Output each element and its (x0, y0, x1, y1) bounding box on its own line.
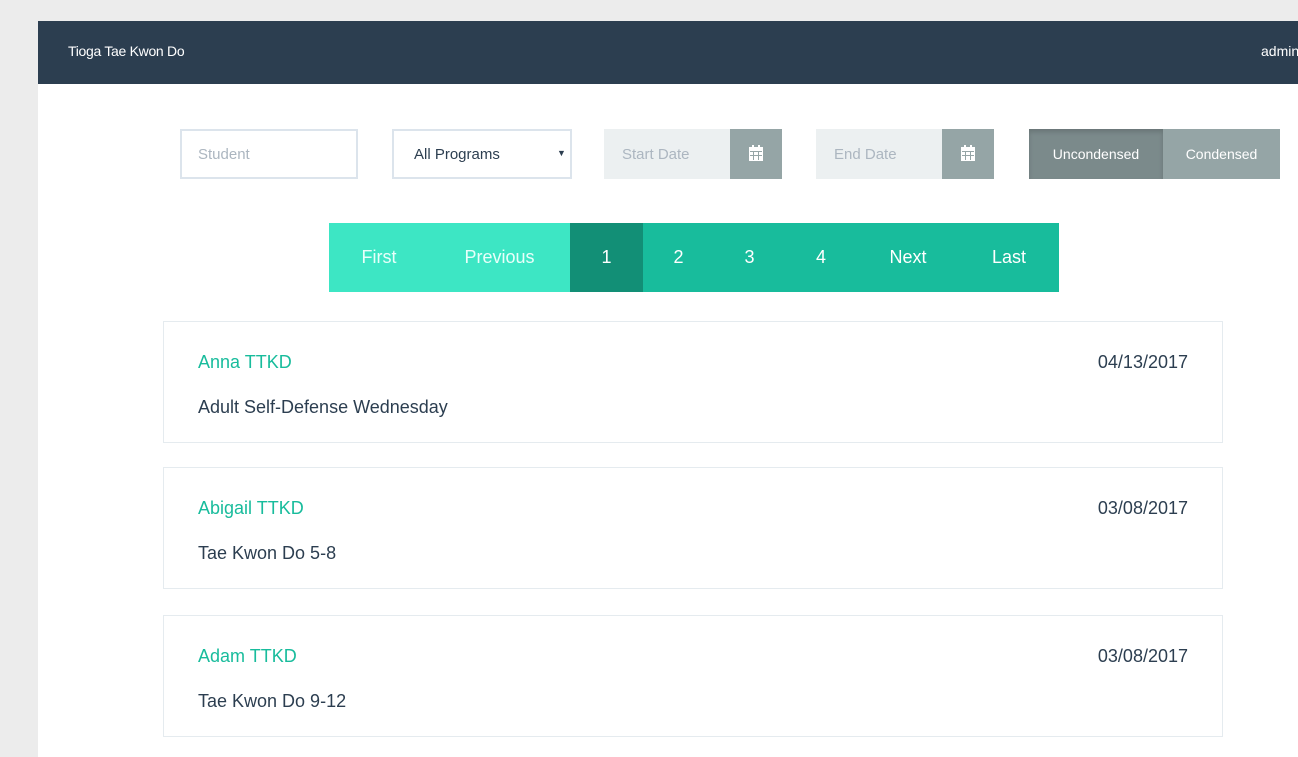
student-name-link[interactable]: Anna TTKD (198, 352, 292, 373)
pagination: First Previous 1 2 3 4 Next Last (329, 223, 1059, 292)
program-name: Adult Self-Defense Wednesday (198, 397, 448, 417)
list-item: Adam TTKD 03/08/2017 Tae Kwon Do 9-12 (163, 615, 1223, 737)
end-date-input[interactable] (816, 129, 942, 179)
end-date-calendar-button[interactable] (942, 129, 994, 179)
student-search-input[interactable] (180, 129, 358, 179)
uncondensed-toggle-button[interactable]: Uncondensed (1029, 129, 1163, 179)
program-name: Tae Kwon Do 9-12 (198, 691, 347, 711)
program-select[interactable]: All Programs ▼ (392, 129, 572, 179)
student-name-link[interactable]: Adam TTKD (198, 646, 297, 667)
calendar-icon (749, 145, 763, 161)
pagination-next[interactable]: Next (857, 223, 959, 292)
pagination-first[interactable]: First (329, 223, 429, 292)
record-date: 04/13/2017 (1097, 352, 1188, 372)
calendar-icon (961, 145, 975, 161)
start-date-calendar-button[interactable] (730, 129, 782, 179)
app-window: Tioga Tae Kwon Do admin All Programs ▼ (38, 21, 1298, 757)
pagination-page-2[interactable]: 2 (643, 223, 714, 292)
start-date-input[interactable] (604, 129, 730, 179)
condensed-toggle-button[interactable]: Condensed (1163, 129, 1280, 179)
caret-down-icon: ▼ (557, 148, 566, 158)
student-name-link[interactable]: Abigail TTKD (198, 498, 304, 519)
pagination-last[interactable]: Last (959, 223, 1059, 292)
user-menu[interactable]: admin (1261, 43, 1298, 59)
list-item: Abigail TTKD 03/08/2017 Tae Kwon Do 5-8 (163, 467, 1223, 589)
list-item: Anna TTKD 04/13/2017 Adult Self-Defense … (163, 321, 1223, 443)
program-name: Tae Kwon Do 5-8 (198, 543, 337, 563)
navbar: Tioga Tae Kwon Do admin (38, 21, 1298, 84)
pagination-page-1[interactable]: 1 (570, 223, 643, 292)
pagination-page-4[interactable]: 4 (785, 223, 857, 292)
pagination-page-3[interactable]: 3 (714, 223, 785, 292)
record-date: 03/08/2017 (1097, 498, 1188, 518)
program-select-value: All Programs (414, 146, 500, 163)
pagination-previous[interactable]: Previous (429, 223, 570, 292)
brand-link[interactable]: Tioga Tae Kwon Do (68, 43, 185, 59)
record-date: 03/08/2017 (1097, 646, 1188, 666)
